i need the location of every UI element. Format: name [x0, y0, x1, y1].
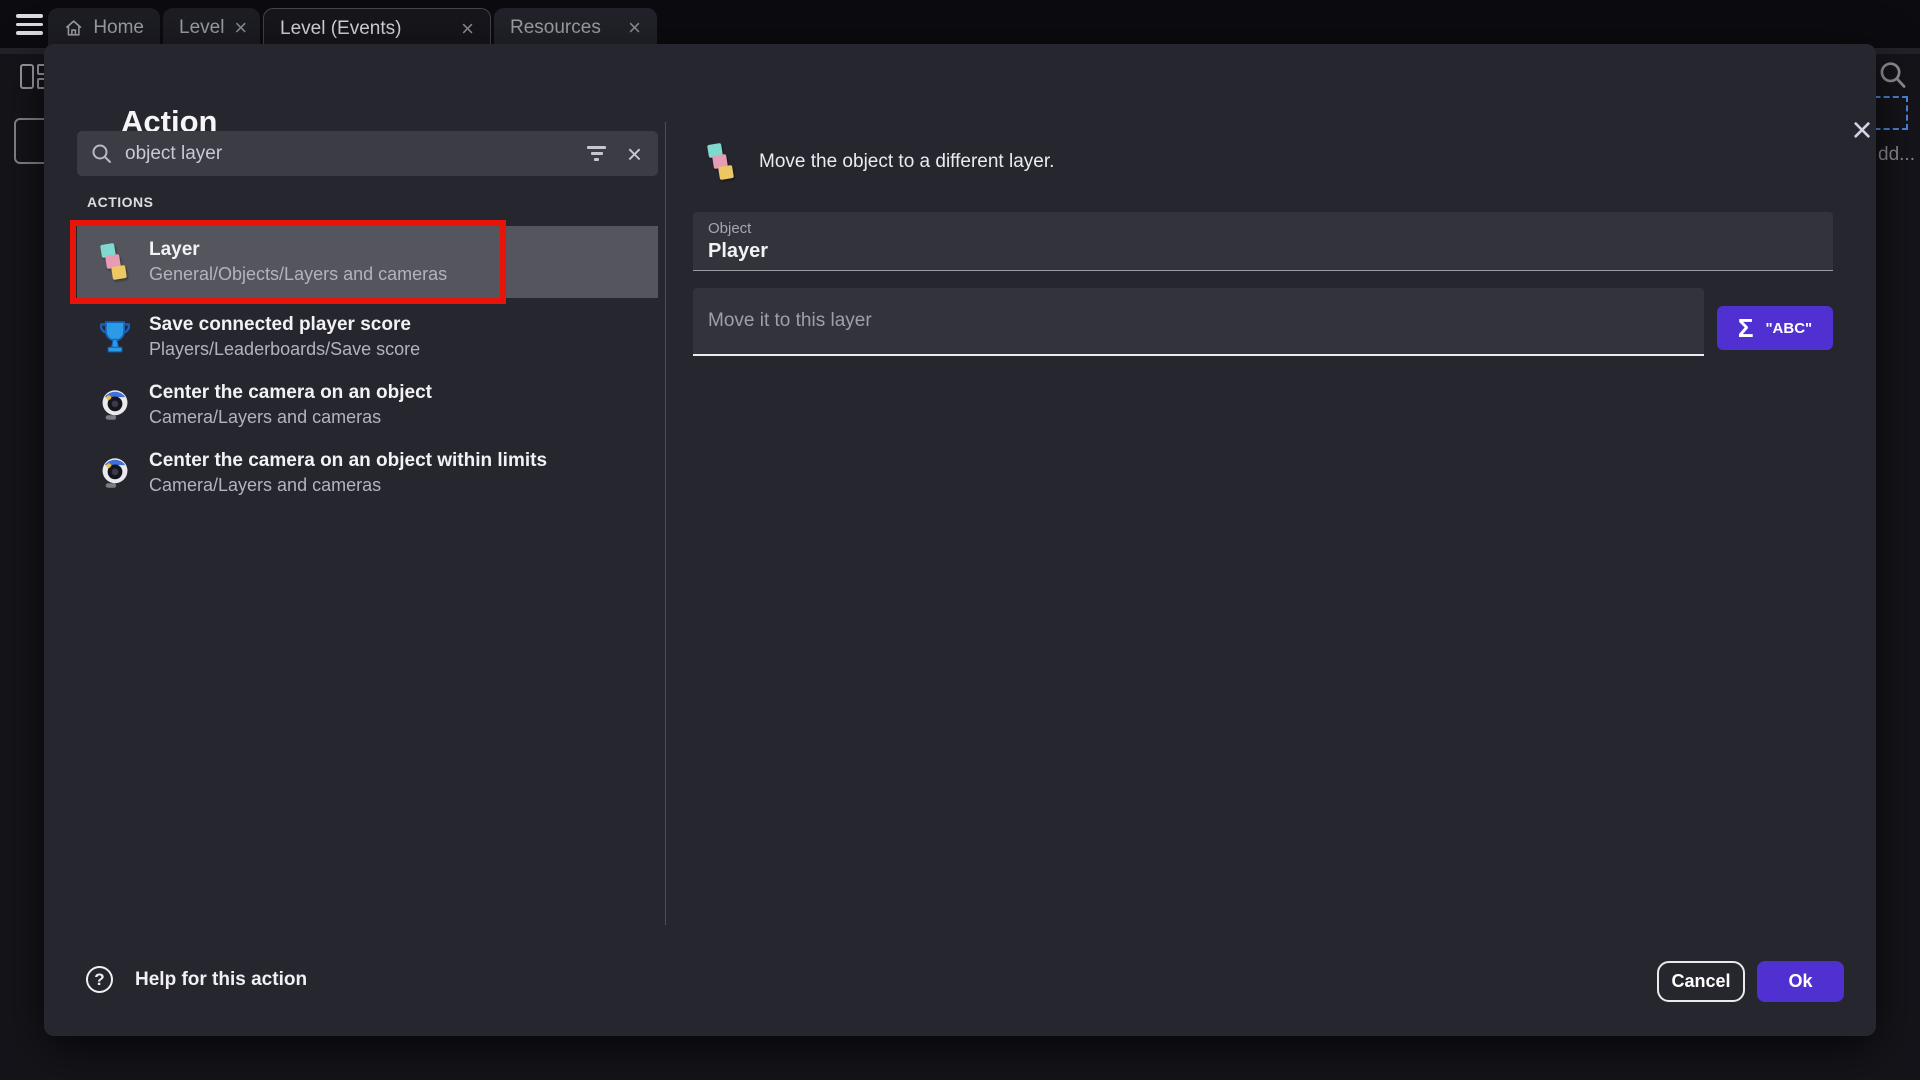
layers-icon: [703, 142, 741, 182]
search-box: ×: [77, 131, 658, 176]
action-result-save-score[interactable]: Save connected player score Players/Lead…: [77, 304, 658, 370]
result-path: Camera/Layers and cameras: [149, 475, 547, 496]
tab-label: Home: [93, 17, 144, 39]
result-path: Camera/Layers and cameras: [149, 407, 432, 428]
action-description-row: Move the object to a different layer.: [703, 142, 1054, 182]
ok-button[interactable]: Ok: [1757, 961, 1844, 1002]
tab-label: Level: [179, 17, 224, 39]
webcam-icon: [100, 456, 130, 490]
layer-field: [693, 288, 1704, 356]
home-icon: [64, 17, 83, 39]
search-input[interactable]: [125, 143, 587, 165]
actions-section-label: ACTIONS: [87, 194, 154, 210]
filter-icon[interactable]: [587, 146, 607, 162]
clear-search-icon[interactable]: ×: [627, 141, 642, 167]
tab-label: Resources: [510, 17, 601, 39]
help-label: Help for this action: [135, 969, 307, 991]
action-result-center-camera-limits[interactable]: Center the camera on an object within li…: [77, 440, 658, 506]
trophy-icon: [99, 319, 131, 355]
close-icon[interactable]: ×: [1840, 108, 1884, 152]
result-title: Save connected player score: [149, 314, 420, 336]
tab-level[interactable]: Level ×: [163, 8, 260, 48]
tab-home[interactable]: Home: [48, 8, 160, 48]
result-title: Center the camera on an object within li…: [149, 450, 547, 472]
expression-button-label: "ABC": [1765, 320, 1812, 337]
action-description: Move the object to a different layer.: [759, 151, 1054, 173]
sigma-icon: Σ: [1738, 315, 1754, 341]
tab-level-events[interactable]: Level (Events) ×: [263, 8, 491, 48]
tab-label: Level (Events): [280, 18, 401, 40]
expression-editor-button[interactable]: Σ "ABC": [1717, 306, 1833, 350]
tab-bar: Home Level × Level (Events) × Resources …: [0, 0, 1920, 48]
result-title: Center the camera on an object: [149, 382, 432, 404]
search-icon: [91, 143, 113, 165]
layers-icon: [96, 242, 134, 282]
object-field-input[interactable]: [708, 240, 1808, 263]
cancel-button[interactable]: Cancel: [1657, 961, 1745, 1002]
help-icon: ?: [86, 966, 113, 993]
object-field-label: Object: [708, 220, 751, 237]
webcam-icon: [100, 388, 130, 422]
result-path: General/Objects/Layers and cameras: [149, 264, 447, 285]
tab-resources[interactable]: Resources ×: [494, 8, 657, 48]
result-title: Layer: [149, 239, 447, 261]
action-result-center-camera[interactable]: Center the camera on an object Camera/La…: [77, 372, 658, 438]
close-icon[interactable]: ×: [234, 17, 247, 39]
close-icon[interactable]: ×: [461, 18, 474, 40]
result-path: Players/Leaderboards/Save score: [149, 339, 420, 360]
search-icon[interactable]: [1878, 60, 1908, 92]
layer-field-input[interactable]: [708, 288, 1678, 354]
close-icon[interactable]: ×: [628, 17, 641, 39]
object-field: Object: [693, 212, 1833, 271]
help-link[interactable]: ? Help for this action: [86, 966, 307, 993]
panel-divider: [665, 122, 666, 925]
action-dialog: Action × × ACTIONS Layer General/Objects…: [44, 44, 1876, 1036]
action-result-layer[interactable]: Layer General/Objects/Layers and cameras: [77, 226, 658, 298]
menu-icon[interactable]: [16, 14, 44, 35]
